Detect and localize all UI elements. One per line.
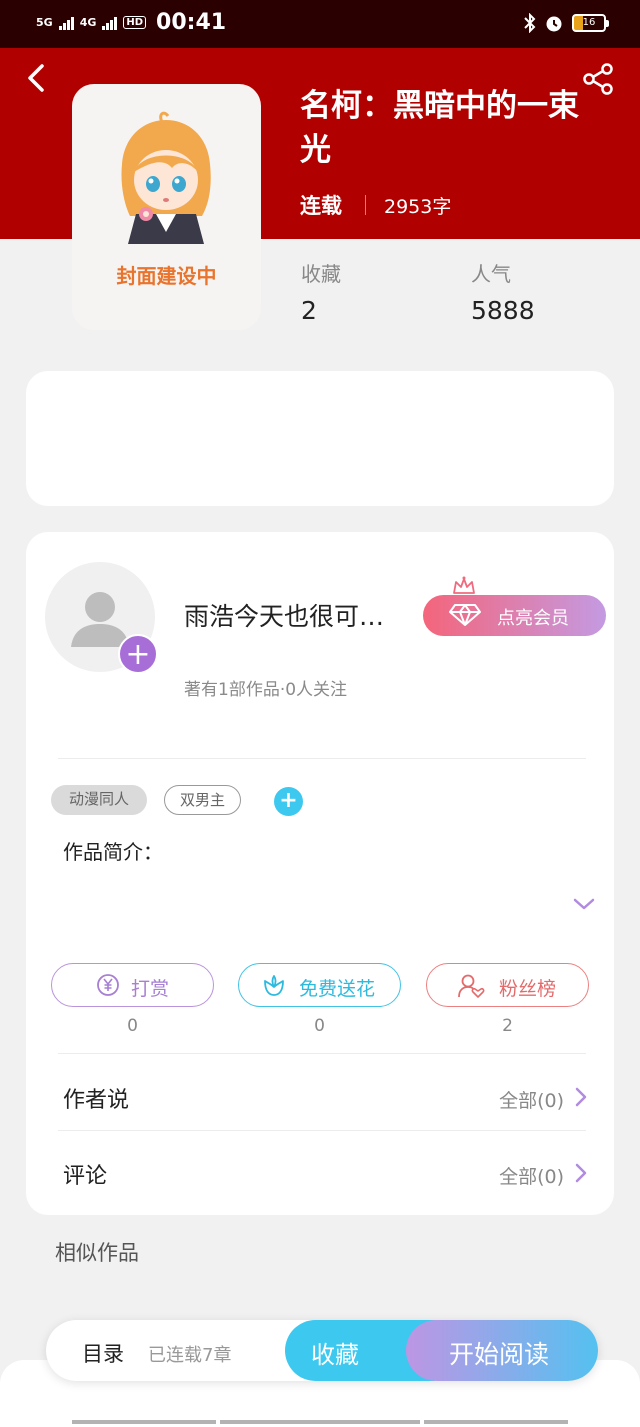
- favorites-count: 2: [301, 296, 317, 325]
- author-meta: 著有1部作品·0人关注: [184, 680, 348, 700]
- popularity-count: 5888: [471, 296, 535, 325]
- chevron-down-icon[interactable]: [572, 895, 596, 913]
- alarm-icon: [546, 16, 562, 32]
- table-of-contents-button[interactable]: 目录: [82, 1338, 124, 1368]
- start-reading-label: 开始阅读: [449, 1340, 550, 1369]
- fan-user-icon: [458, 974, 485, 998]
- cover-placeholder-text: 封面建设中: [116, 264, 217, 288]
- signal-icon: [58, 16, 74, 30]
- yen-icon: [97, 974, 119, 996]
- add-tag-button[interactable]: +: [274, 787, 303, 816]
- anime-girl-illustration: [121, 111, 211, 244]
- tag-double-male-lead[interactable]: 双男主: [164, 785, 241, 815]
- divider: [58, 758, 586, 759]
- nav-indicator: [72, 1420, 216, 1424]
- favorites-label: 收藏: [301, 262, 341, 286]
- vip-button-label: 点亮会员: [497, 608, 569, 629]
- chevron-right-icon[interactable]: [574, 1162, 588, 1184]
- fan-ranking-button[interactable]: 粉丝榜: [426, 963, 589, 1007]
- favorite-label: 收藏: [311, 1341, 359, 1369]
- signal-icon: [102, 16, 118, 30]
- crown-icon: [453, 576, 475, 594]
- diamond-icon: [449, 604, 481, 626]
- tip-label: 打赏: [131, 978, 170, 1000]
- back-arrow-icon[interactable]: [24, 62, 48, 94]
- nav-indicator: [424, 1420, 568, 1424]
- similar-works-heading: 相似作品: [55, 1241, 139, 1265]
- flower-count: 0: [314, 1016, 325, 1036]
- popularity-label: 人气: [471, 262, 511, 286]
- network-label-5g: 5G: [36, 16, 53, 29]
- comments-all-link[interactable]: 全部(0): [499, 1162, 564, 1189]
- meta-divider: [365, 195, 366, 215]
- serial-status: 连载: [300, 194, 342, 218]
- word-count: 2953字: [384, 196, 452, 218]
- divider: [58, 1053, 586, 1054]
- bluetooth-icon: [524, 13, 536, 33]
- synopsis-label: 作品简介：: [63, 840, 163, 864]
- start-reading-button[interactable]: 开始阅读: [406, 1320, 598, 1381]
- author-says-title[interactable]: 作者说: [63, 1082, 129, 1114]
- free-flower-label: 免费送花: [299, 978, 376, 1000]
- clock: 00:41: [156, 10, 227, 35]
- empty-card: [26, 371, 614, 506]
- vip-membership-button[interactable]: 点亮会员: [423, 595, 606, 636]
- flower-icon: [264, 975, 284, 996]
- battery-icon: 16: [572, 14, 609, 32]
- comments-title[interactable]: 评论: [63, 1158, 107, 1190]
- status-bar: 5G 4G HD 00:41 16: [0, 0, 640, 48]
- chapter-count[interactable]: 已连载7章: [148, 1341, 231, 1367]
- follow-author-plus-icon[interactable]: +: [118, 634, 158, 674]
- battery-level: 16: [582, 17, 596, 28]
- book-cover[interactable]: 封面建设中: [72, 84, 261, 330]
- book-title: 名柯：黑暗中的一束光: [300, 88, 579, 168]
- chevron-right-icon[interactable]: [574, 1086, 588, 1108]
- fan-ranking-label: 粉丝榜: [499, 978, 557, 1000]
- tip-count: 0: [127, 1016, 138, 1036]
- tip-button[interactable]: 打赏: [51, 963, 214, 1007]
- tag-anime-fanfic[interactable]: 动漫同人: [51, 785, 147, 815]
- fan-count: 2: [502, 1016, 513, 1036]
- free-flower-button[interactable]: 免费送花: [238, 963, 401, 1007]
- hd-icon: HD: [123, 16, 147, 29]
- nav-indicator: [220, 1420, 420, 1424]
- network-label-4g: 4G: [79, 16, 97, 29]
- author-says-all-link[interactable]: 全部(0): [499, 1086, 564, 1113]
- divider: [58, 1130, 586, 1131]
- author-name[interactable]: 雨浩今天也很可…: [184, 597, 410, 633]
